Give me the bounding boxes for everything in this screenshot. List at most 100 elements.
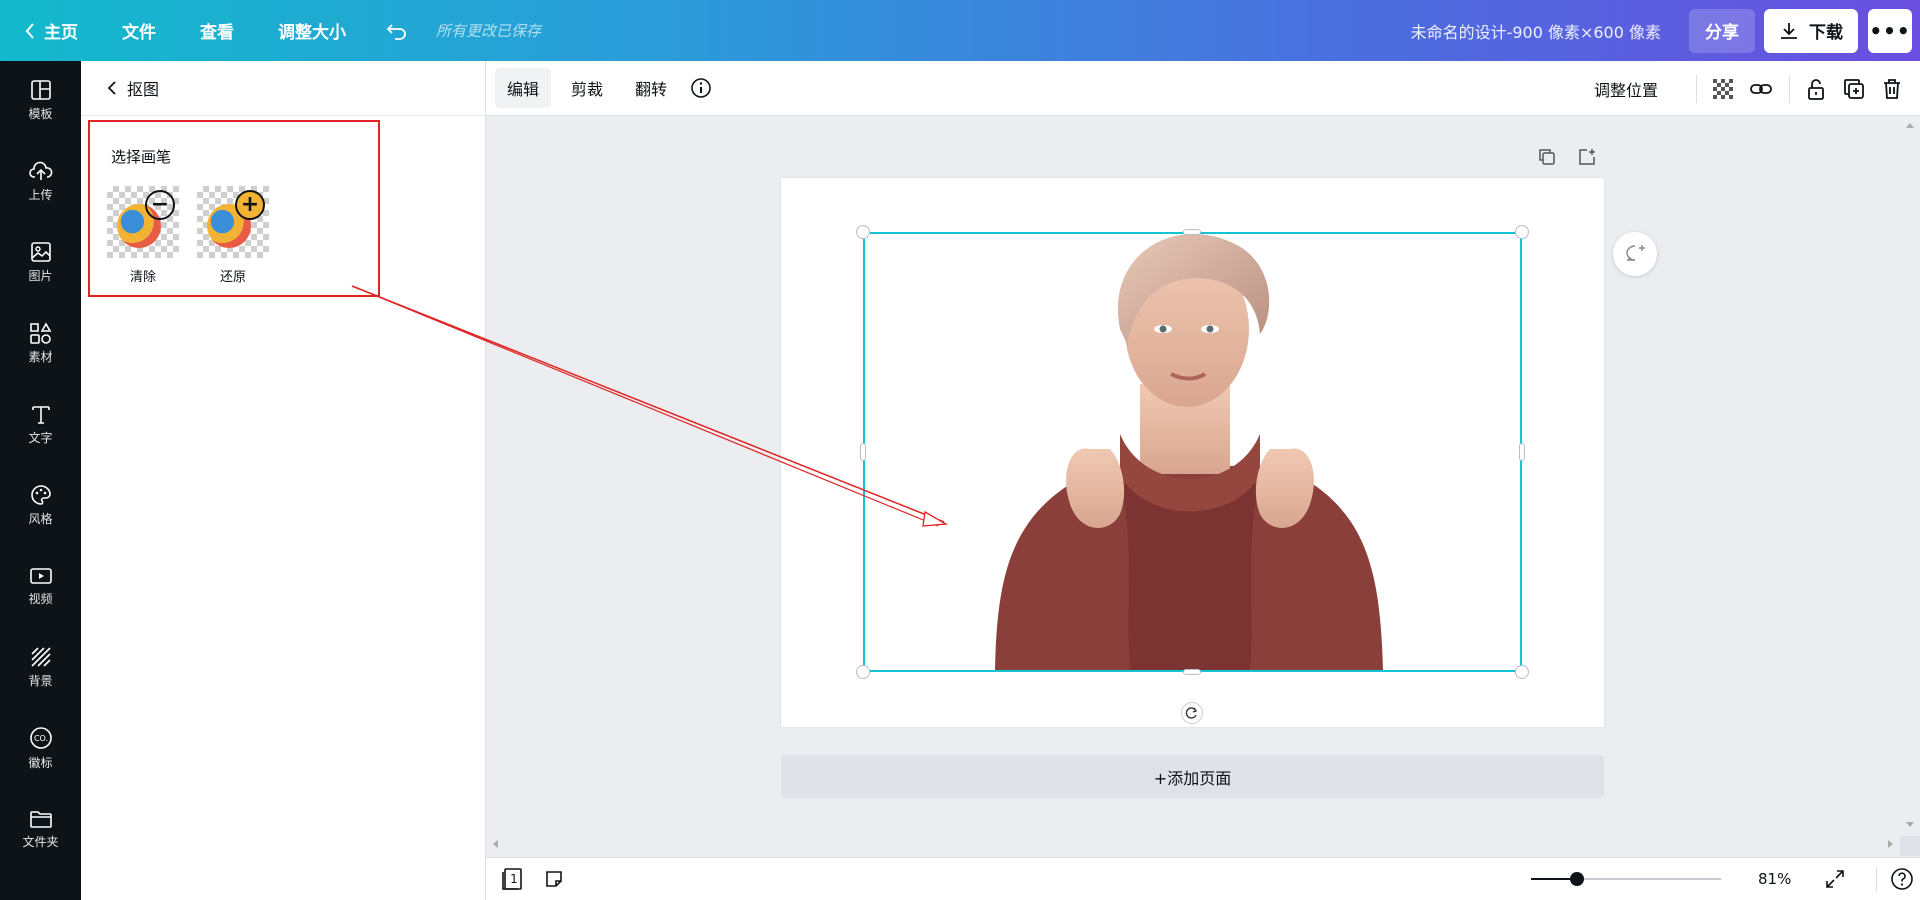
- resize-handle-bottom-right[interactable]: [1515, 665, 1529, 679]
- link-button[interactable]: [1743, 71, 1779, 107]
- rail-item-logo[interactable]: CO. 徽标: [0, 713, 81, 783]
- brush-label: 还原: [219, 270, 246, 285]
- comment-icon: [1626, 245, 1645, 261]
- home-label: 主页: [44, 23, 78, 43]
- chevron-left-icon: [107, 81, 116, 95]
- menu-view[interactable]: 查看: [200, 0, 234, 61]
- resize-handle-top-right[interactable]: [1515, 225, 1529, 239]
- rail-item-video[interactable]: 视频: [0, 551, 81, 621]
- rail-item-styles[interactable]: 风格: [0, 470, 81, 540]
- copy-page-button[interactable]: [1529, 139, 1565, 175]
- resize-handle-top[interactable]: [1183, 229, 1201, 235]
- tab-edit[interactable]: 编辑: [495, 68, 552, 108]
- divider: [1876, 866, 1877, 892]
- duplicate-button[interactable]: [1836, 71, 1872, 107]
- download-button[interactable]: 下载: [1764, 8, 1858, 53]
- fullscreen-button[interactable]: [1824, 868, 1846, 894]
- design-title[interactable]: 未命名的设计-900 像素×600 像素: [1411, 19, 1661, 43]
- svg-text:CO.: CO.: [33, 734, 47, 743]
- rail-item-text[interactable]: 文字: [0, 389, 81, 459]
- brush-section-title: 选择画笔: [111, 148, 172, 166]
- resize-handle-top-left[interactable]: [856, 225, 870, 239]
- rail-item-upload[interactable]: 上传: [0, 146, 81, 216]
- rail-label: 素材: [28, 349, 53, 364]
- resize-handle-bottom-left[interactable]: [856, 665, 870, 679]
- info-icon: [691, 78, 711, 98]
- info-button[interactable]: [683, 70, 719, 106]
- folder-icon: [29, 810, 52, 828]
- elements-icon: [29, 321, 51, 344]
- page-number: 1: [510, 872, 518, 886]
- rail-label: 徽标: [28, 755, 53, 770]
- undo-button[interactable]: [386, 0, 408, 61]
- tab-flip[interactable]: 翻转: [623, 68, 679, 108]
- rail-item-elements[interactable]: 素材: [0, 308, 81, 378]
- divider: [1789, 74, 1790, 103]
- transparency-icon: [1713, 78, 1733, 99]
- scroll-down-icon: [1906, 822, 1914, 827]
- add-comment-button[interactable]: [1613, 232, 1657, 276]
- menu-resize[interactable]: 调整大小: [278, 0, 346, 61]
- zoom-slider[interactable]: [1531, 872, 1721, 886]
- home-button[interactable]: 主页: [24, 0, 78, 61]
- share-button[interactable]: 分享: [1689, 8, 1755, 53]
- tab-crop[interactable]: 剪裁: [559, 68, 615, 108]
- erase-brush[interactable]: − 清除: [107, 186, 179, 285]
- rail-item-folder[interactable]: 文件夹: [0, 794, 81, 864]
- expand-icon: [1826, 870, 1844, 888]
- plus-circle-icon: +: [235, 190, 265, 220]
- logo-icon: CO.: [29, 726, 52, 749]
- horizontal-scrollbar[interactable]: [486, 836, 1900, 852]
- annotation-arrow: [351, 285, 949, 527]
- selection-frame[interactable]: [863, 232, 1522, 672]
- more-icon: •••: [1869, 18, 1911, 43]
- scroll-up-icon: [1906, 123, 1914, 128]
- more-button[interactable]: •••: [1868, 8, 1912, 53]
- chevron-left-icon: [25, 22, 34, 39]
- notes-button[interactable]: [544, 869, 564, 893]
- restore-brush[interactable]: + 还原: [197, 186, 269, 285]
- transparency-button[interactable]: [1705, 71, 1741, 107]
- rotate-icon: [1185, 707, 1198, 719]
- help-icon: [1891, 868, 1913, 890]
- delete-button[interactable]: [1874, 71, 1910, 107]
- vertical-scrollbar[interactable]: [1900, 116, 1920, 836]
- rail-item-photos[interactable]: 图片: [0, 227, 81, 297]
- undo-icon: [386, 23, 406, 40]
- add-page-top-button[interactable]: [1569, 139, 1605, 175]
- divider: [1696, 74, 1697, 103]
- panel-back-button[interactable]: 抠图: [81, 61, 485, 116]
- palette-icon: [30, 484, 51, 505]
- download-icon: [1781, 22, 1797, 39]
- editor-toolbar: 编辑 剪裁 翻转 调整位置: [486, 61, 1920, 116]
- scroll-right-icon: [1888, 840, 1893, 848]
- help-button[interactable]: [1890, 867, 1914, 895]
- rail-item-background[interactable]: 背景: [0, 632, 81, 702]
- left-rail: 模板 上传 图片 素材 文字 风格 视频 背景 CO. 徽标 文件夹: [0, 61, 81, 900]
- menu-file[interactable]: 文件: [122, 0, 156, 61]
- upload-icon: [28, 161, 52, 180]
- trash-icon: [1884, 78, 1900, 99]
- position-button[interactable]: 调整位置: [1594, 77, 1658, 101]
- brush-label: 清除: [129, 270, 156, 285]
- resize-handle-right[interactable]: [1519, 443, 1525, 461]
- resize-handle-bottom[interactable]: [1183, 669, 1201, 675]
- page-navigator-button[interactable]: 1: [500, 867, 524, 891]
- top-bar: 主页 文件 查看 调整大小 所有更改已保存 未命名的设计-900 像素×600 …: [0, 0, 1920, 61]
- rail-label: 文字: [28, 430, 53, 445]
- video-icon: [29, 567, 52, 584]
- rotate-handle[interactable]: [1181, 702, 1203, 724]
- zoom-slider-knob[interactable]: [1569, 872, 1584, 886]
- lock-button[interactable]: [1798, 71, 1834, 107]
- rail-label: 视频: [28, 591, 53, 606]
- add-page-icon: [1579, 149, 1595, 165]
- background-icon: [30, 646, 51, 667]
- text-icon: [31, 405, 50, 424]
- add-page-button[interactable]: +添加页面: [781, 755, 1604, 798]
- rail-item-templates[interactable]: 模板: [0, 65, 81, 135]
- notes-icon: [546, 871, 562, 887]
- brush-thumbnail: −: [107, 186, 179, 258]
- rail-label: 风格: [28, 511, 53, 526]
- zoom-level[interactable]: 81%: [1758, 870, 1791, 888]
- rail-label: 图片: [28, 268, 53, 283]
